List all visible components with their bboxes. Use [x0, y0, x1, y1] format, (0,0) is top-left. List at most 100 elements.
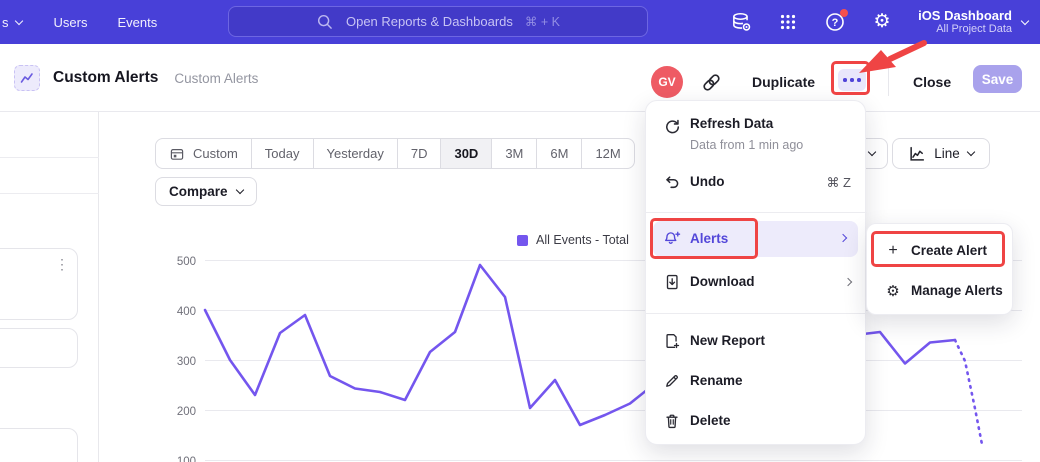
- new-report-icon: [663, 332, 681, 350]
- panel-card[interactable]: ⋮: [0, 248, 78, 320]
- undo-icon: [663, 173, 681, 191]
- range-7d[interactable]: 7D: [397, 139, 441, 168]
- range-3m[interactable]: 3M: [491, 139, 536, 168]
- menu-subtitle: Data from 1 min ago: [690, 138, 803, 152]
- menu-label: Delete: [690, 413, 731, 428]
- submenu-label: Manage Alerts: [911, 283, 1003, 298]
- menu-label: New Report: [690, 333, 765, 348]
- range-label: Yesterday: [327, 146, 384, 161]
- download-icon: [663, 273, 681, 291]
- search-shortcut: ⌘ + K: [525, 14, 560, 29]
- range-label: 6M: [550, 146, 568, 161]
- range-12m[interactable]: 12M: [581, 139, 633, 168]
- range-yesterday[interactable]: Yesterday: [313, 139, 397, 168]
- menu-item-new-report[interactable]: New Report: [646, 325, 867, 357]
- apps-grid-button[interactable]: [777, 11, 799, 33]
- annotation-box-more-button: [831, 61, 870, 95]
- notification-dot: [840, 9, 848, 17]
- gear-icon: ⚙: [874, 12, 891, 32]
- calendar-icon: [169, 146, 185, 162]
- menu-label: Refresh Data: [690, 116, 773, 131]
- range-label: 3M: [505, 146, 523, 161]
- copy-link-button[interactable]: [699, 70, 723, 94]
- range-6m[interactable]: 6M: [536, 139, 581, 168]
- svg-text:500: 500: [177, 256, 196, 268]
- svg-text:200: 200: [177, 406, 196, 418]
- svg-text:?: ?: [832, 17, 839, 29]
- annotation-box-create-alert: [871, 231, 1005, 267]
- chevron-right-icon: [839, 234, 847, 242]
- menu-label: Rename: [690, 373, 743, 388]
- submenu-item-manage-alerts[interactable]: ⚙ Manage Alerts: [867, 274, 1014, 308]
- report-header: Custom Alerts Custom Alerts GV Duplicate…: [0, 44, 1040, 112]
- chevron-down-icon: [1021, 16, 1029, 24]
- svg-text:100: 100: [177, 456, 196, 462]
- search-icon: [316, 13, 334, 31]
- chevron-down-icon: [967, 148, 975, 156]
- header-divider: [888, 64, 889, 96]
- nav-item-events[interactable]: Events: [117, 15, 157, 30]
- database-icon: [730, 11, 752, 33]
- header-left: Custom Alerts Custom Alerts: [14, 44, 258, 112]
- panel-divider: [0, 193, 99, 194]
- range-custom[interactable]: Custom: [156, 139, 251, 168]
- top-nav: s Users Events: [0, 15, 157, 30]
- annotation-box-alerts: [650, 218, 758, 259]
- project-name: iOS Dashboard: [918, 8, 1012, 23]
- menu-item-undo[interactable]: Undo ⌘ Z: [646, 167, 867, 197]
- help-button[interactable]: ?: [824, 11, 846, 33]
- topbar-right-cluster: ? ⚙ iOS Dashboard All Project Data: [730, 0, 1028, 44]
- chevron-down-icon: [235, 186, 243, 194]
- date-range-control: Custom Today Yesterday 7D 30D 3M 6M 12M: [155, 138, 635, 169]
- legend-swatch: [517, 235, 528, 246]
- search-input[interactable]: Open Reports & Dashboards ⌘ + K: [228, 6, 648, 37]
- project-text: iOS Dashboard All Project Data: [918, 8, 1012, 36]
- data-management-button[interactable]: [730, 11, 752, 33]
- breadcrumb: Custom Alerts: [174, 71, 258, 86]
- link-icon: [701, 72, 722, 93]
- compare-label: Compare: [169, 184, 228, 199]
- save-button[interactable]: Save: [973, 65, 1022, 93]
- grid-icon: [778, 12, 798, 32]
- range-label: 30D: [454, 146, 478, 161]
- chevron-right-icon: [844, 278, 852, 286]
- project-scope: All Project Data: [918, 23, 1012, 36]
- project-selector[interactable]: iOS Dashboard All Project Data: [918, 8, 1028, 36]
- close-button[interactable]: Close: [913, 74, 951, 90]
- kebab-menu-icon[interactable]: ⋮: [55, 257, 69, 271]
- gear-icon: ⚙: [884, 282, 902, 300]
- nav-partial-label: s: [2, 15, 9, 30]
- legend-label: All Events - Total: [536, 233, 629, 247]
- chart-type-button[interactable]: Line: [892, 138, 990, 169]
- settings-button[interactable]: ⚙: [871, 11, 893, 33]
- range-label: Custom: [193, 146, 238, 161]
- top-navigation-bar: s Users Events Open Reports & Dashboards…: [0, 0, 1040, 44]
- range-today[interactable]: Today: [251, 139, 313, 168]
- panel-card[interactable]: [0, 328, 78, 368]
- panel-card[interactable]: [0, 428, 78, 462]
- svg-text:400: 400: [177, 306, 196, 318]
- menu-item-download[interactable]: Download: [646, 265, 867, 299]
- nav-item-users[interactable]: Users: [54, 15, 88, 30]
- trash-icon: [663, 412, 681, 430]
- menu-item-rename[interactable]: Rename: [646, 365, 867, 397]
- app-window: s Users Events Open Reports & Dashboards…: [0, 0, 1040, 462]
- range-label: 7D: [411, 146, 428, 161]
- menu-item-delete[interactable]: Delete: [646, 405, 867, 437]
- range-30d[interactable]: 30D: [440, 139, 491, 168]
- compare-button[interactable]: Compare: [155, 177, 257, 206]
- panel-divider: [0, 157, 99, 158]
- duplicate-button[interactable]: Duplicate: [752, 74, 815, 90]
- report-icon: [14, 65, 40, 91]
- refresh-icon: [663, 118, 681, 136]
- chart-legend: All Events - Total: [517, 233, 629, 247]
- nav-item-partial[interactable]: s: [2, 15, 22, 30]
- menu-label: Undo: [690, 174, 725, 189]
- menu-shortcut: ⌘ Z: [826, 175, 851, 191]
- menu-label: Download: [690, 274, 755, 289]
- chart-type-label: Line: [934, 146, 960, 161]
- menu-divider: [646, 313, 867, 314]
- menu-item-refresh-data[interactable]: Refresh Data Data from 1 min ago: [646, 114, 867, 158]
- avatar[interactable]: GV: [651, 66, 683, 98]
- chevron-down-icon: [868, 148, 876, 156]
